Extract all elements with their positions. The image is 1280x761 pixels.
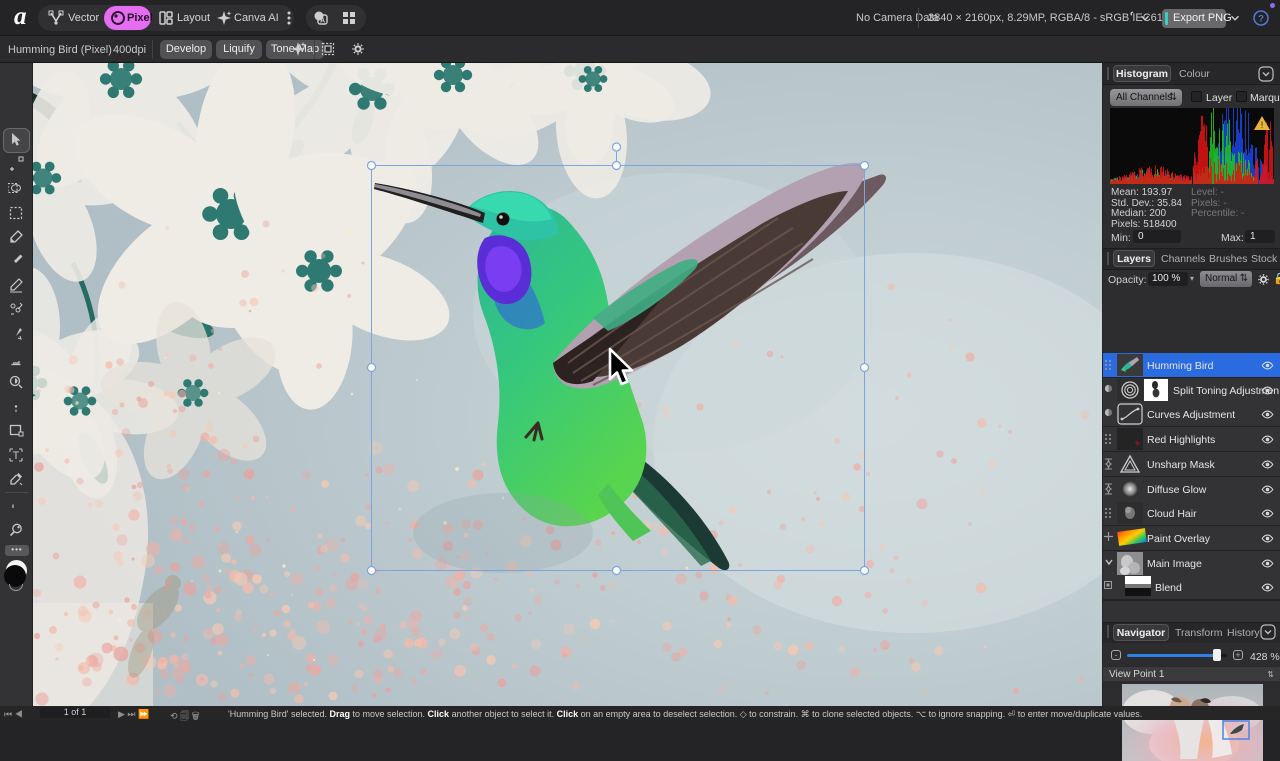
svg-text:T: T	[13, 450, 20, 462]
svg-text:A: A	[320, 18, 325, 25]
svg-text:!: !	[1261, 120, 1264, 130]
svg-text:?: ?	[1258, 13, 1264, 24]
